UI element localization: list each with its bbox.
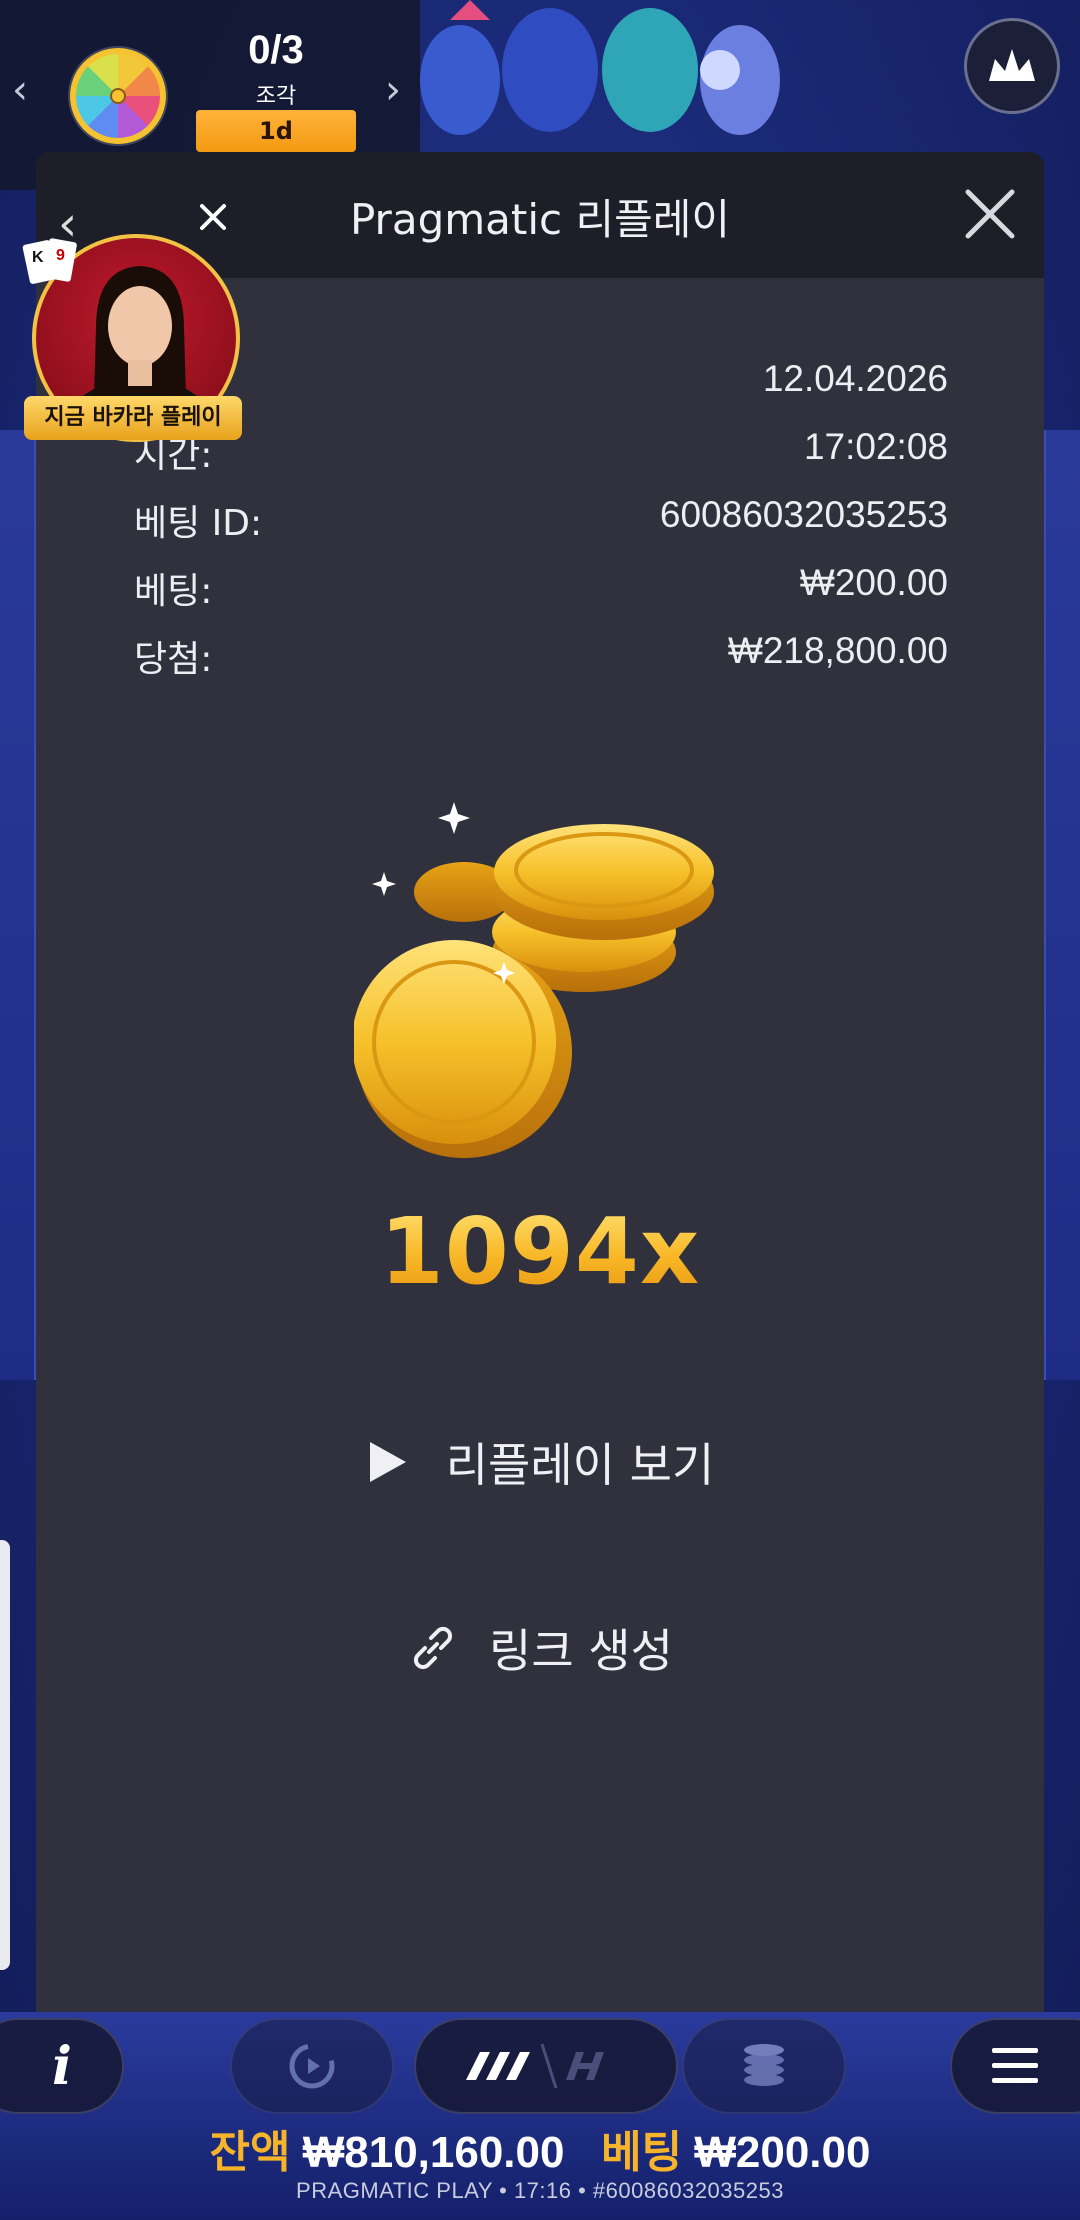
prize-wheel-icon[interactable] bbox=[70, 48, 166, 144]
detail-date-row: 12.04.2026 bbox=[134, 358, 948, 426]
win-multiplier: 1094x bbox=[36, 1198, 1044, 1305]
detail-win-label: 당첨: bbox=[134, 639, 213, 680]
play-baccarat-promo-label[interactable]: 지금 바카라 플레이 bbox=[24, 396, 242, 440]
turbo-spin-toggle[interactable] bbox=[414, 2018, 678, 2114]
event-pieces-label: 조각 bbox=[255, 84, 297, 109]
close-icon bbox=[200, 204, 226, 230]
play-icon bbox=[369, 1442, 406, 1482]
detail-win-row: 당첨: ₩218,800.00 bbox=[134, 630, 948, 698]
watch-replay-label: 리플레이 보기 bbox=[445, 1438, 715, 1492]
playing-cards-icon: K 9 bbox=[22, 238, 77, 284]
detail-time-value: 17:02:08 bbox=[803, 426, 948, 467]
background-reel-left bbox=[0, 430, 36, 1380]
event-pieces-count: 0/3 bbox=[248, 28, 304, 72]
detail-win-value: ₩218,800.00 bbox=[727, 630, 948, 671]
detail-date-value: 12.04.2026 bbox=[762, 358, 948, 399]
promo-close-button[interactable] bbox=[182, 186, 244, 248]
chevron-left-icon[interactable]: ‹ bbox=[12, 70, 28, 110]
background-penguins bbox=[420, 0, 780, 135]
create-link-button[interactable]: 링크 생성 bbox=[36, 1608, 1044, 1688]
create-link-label: 링크 생성 bbox=[489, 1624, 673, 1678]
balance-value: ₩810,160.00 bbox=[302, 2128, 565, 2177]
detail-bet-value: ₩200.00 bbox=[799, 562, 948, 603]
hamburger-menu-icon bbox=[992, 2048, 1038, 2083]
bet-coins-button[interactable] bbox=[682, 2018, 846, 2114]
background-reel-right bbox=[1044, 430, 1080, 1380]
turbo-icon bbox=[466, 2043, 604, 2089]
balance-bet-line: 잔액 ₩810,160.00 베팅 ₩200.00 bbox=[0, 2116, 1080, 2180]
side-drawer-tab[interactable] bbox=[0, 1540, 10, 1970]
autoplay-button[interactable] bbox=[230, 2018, 394, 2114]
detail-bet-id-value: 60086032035253 bbox=[659, 494, 948, 535]
balance-label: 잔액 bbox=[209, 2128, 291, 2177]
footer-status: PRAGMATIC PLAY • 17:16 • #60086032035253 bbox=[296, 2178, 784, 2203]
detail-time-row: 시간: 17:02:08 bbox=[134, 426, 948, 494]
chevron-right-icon[interactable]: › bbox=[385, 70, 401, 110]
bet-value: ₩200.00 bbox=[694, 2128, 871, 2177]
link-icon bbox=[413, 1626, 453, 1670]
svg-text:K: K bbox=[32, 249, 44, 266]
info-button[interactable]: i bbox=[0, 2018, 124, 2114]
menu-button[interactable] bbox=[950, 2018, 1080, 2114]
close-icon[interactable] bbox=[962, 186, 1018, 242]
svg-text:9: 9 bbox=[56, 247, 65, 264]
event-timer-badge: 1d bbox=[196, 110, 356, 152]
detail-bet-label: 베팅: bbox=[134, 571, 213, 612]
autoplay-icon bbox=[289, 2043, 335, 2089]
detail-bet-id-row: 베팅 ID: 60086032035253 bbox=[134, 494, 948, 562]
crown-icon bbox=[989, 49, 1035, 81]
bet-label: 베팅 bbox=[601, 2128, 683, 2177]
detail-bet-row: 베팅: ₩200.00 bbox=[134, 562, 948, 630]
info-icon: i bbox=[52, 2035, 72, 2097]
bet-details: 12.04.2026 시간: 17:02:08 베팅 ID: 600860320… bbox=[134, 358, 948, 698]
gold-coins-icon bbox=[354, 802, 714, 1158]
coin-stack-icon bbox=[744, 2044, 784, 2086]
watch-replay-button[interactable]: 리플레이 보기 bbox=[36, 1422, 1044, 1502]
crown-button[interactable] bbox=[964, 18, 1060, 114]
detail-bet-id-label: 베팅 ID: bbox=[134, 503, 263, 544]
